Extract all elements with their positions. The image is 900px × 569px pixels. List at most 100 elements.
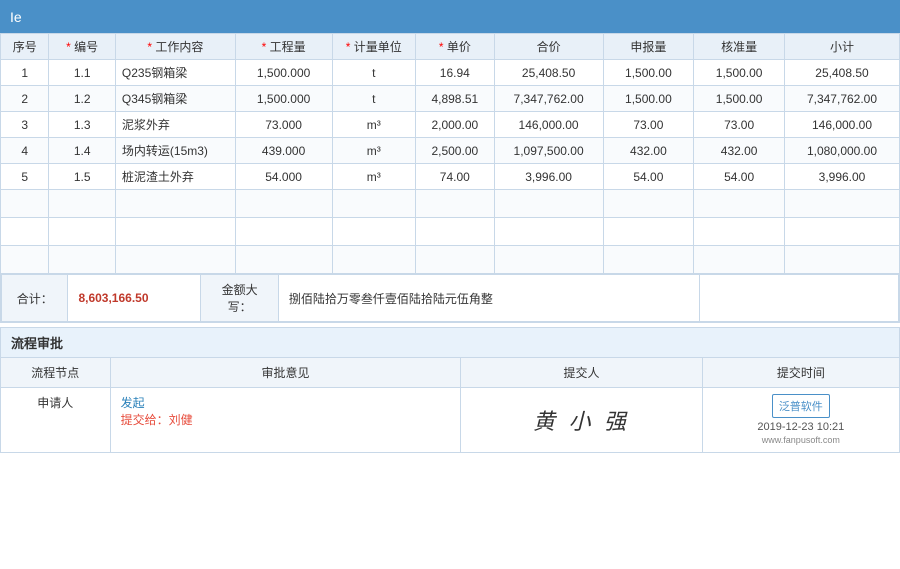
empty-cell	[603, 246, 694, 274]
empty-cell	[235, 190, 332, 218]
cell-price: 16.94	[416, 60, 495, 86]
workflow-table: 流程节点 审批意见 提交人 提交时间 申请人发起提交给：刘健黄 小 强 泛普软件…	[0, 357, 900, 453]
watermark-url: www.fanpusoft.com	[762, 435, 840, 445]
cell-amount: 1,097,500.00	[494, 138, 603, 164]
cell-declared: 54.00	[603, 164, 694, 190]
empty-cell	[494, 218, 603, 246]
cell-unit: t	[332, 86, 416, 112]
empty-cell	[332, 190, 416, 218]
cell-code: 1.4	[49, 138, 116, 164]
empty-cell	[785, 218, 900, 246]
workflow-header-row: 流程节点 审批意见 提交人 提交时间	[1, 358, 900, 388]
submission-time: 2019-12-23 10:21	[757, 421, 844, 433]
cell-seq: 2	[1, 86, 49, 112]
empty-cell	[416, 190, 495, 218]
workflow-section: 流程审批 流程节点 审批意见 提交人 提交时间 申请人发起提交给：刘健黄 小 强…	[0, 327, 900, 453]
cell-seq: 5	[1, 164, 49, 190]
cell-unit: t	[332, 60, 416, 86]
watermark-area: 泛普软件 2019-12-23 10:21 www.fanpusoft.com	[713, 394, 889, 445]
cell-seq: 4	[1, 138, 49, 164]
total-label: 合计：	[2, 275, 68, 322]
col-header-unit: * 计量单位	[332, 34, 416, 60]
empty-cell	[49, 246, 116, 274]
cell-qty: 439.000	[235, 138, 332, 164]
cell-code: 1.3	[49, 112, 116, 138]
col-header-code: * 编号	[49, 34, 116, 60]
workflow-row: 申请人发起提交给：刘健黄 小 强 泛普软件 2019-12-23 10:21 w…	[1, 388, 900, 453]
watermark-logo: 泛普软件	[772, 394, 830, 418]
table-row: 41.4场内转运(15m3)439.000m³2,500.001,097,500…	[1, 138, 900, 164]
workflow-header-time: 提交时间	[702, 358, 899, 388]
workflow-time-cell: 泛普软件 2019-12-23 10:21 www.fanpusoft.com	[702, 388, 899, 453]
cell-qty: 54.000	[235, 164, 332, 190]
empty-cell	[785, 246, 900, 274]
empty-cell	[115, 218, 235, 246]
empty-cell	[416, 246, 495, 274]
main-table: 序号 * 编号 * 工作内容 * 工程量 * 计量单位 * 单价 合价 申报量 …	[0, 33, 900, 274]
cell-qty: 1,500.000	[235, 60, 332, 86]
cell-code: 1.2	[49, 86, 116, 112]
cell-approved: 1,500.00	[694, 60, 785, 86]
cell-content: Q235钢箱梁	[115, 60, 235, 86]
empty-cell	[1, 246, 49, 274]
workflow-header-submitter: 提交人	[461, 358, 702, 388]
table-row: 51.5桩泥渣土外弃54.000m³74.003,996.0054.0054.0…	[1, 164, 900, 190]
top-bar-title: Ie	[10, 9, 22, 25]
col-header-seq: 序号	[1, 34, 49, 60]
empty-cell	[603, 218, 694, 246]
empty-row	[1, 218, 900, 246]
empty-cell	[494, 246, 603, 274]
cell-qty: 1,500.000	[235, 86, 332, 112]
workflow-signature-cell: 黄 小 强	[461, 388, 702, 453]
table-row: 31.3泥浆外弃73.000m³2,000.00146,000.0073.007…	[1, 112, 900, 138]
cell-subtotal: 25,408.50	[785, 60, 900, 86]
cell-subtotal: 3,996.00	[785, 164, 900, 190]
empty-cell	[235, 218, 332, 246]
cell-declared: 1,500.00	[603, 86, 694, 112]
empty-cell	[1, 190, 49, 218]
empty-cell	[332, 246, 416, 274]
cell-declared: 73.00	[603, 112, 694, 138]
empty-row	[1, 246, 900, 274]
empty-cell	[785, 190, 900, 218]
col-header-subtotal: 小计	[785, 34, 900, 60]
total-value: 8,603,166.50	[68, 275, 201, 322]
opinion-submit: 提交给：刘健	[121, 411, 451, 428]
empty-cell	[115, 246, 235, 274]
cell-price: 2,500.00	[416, 138, 495, 164]
signature: 黄 小 强	[471, 394, 691, 446]
empty-cell	[494, 190, 603, 218]
cell-amount: 146,000.00	[494, 112, 603, 138]
col-header-declared: 申报量	[603, 34, 694, 60]
cell-price: 74.00	[416, 164, 495, 190]
cell-seq: 1	[1, 60, 49, 86]
cell-price: 4,898.51	[416, 86, 495, 112]
workflow-header-opinion: 审批意见	[110, 358, 461, 388]
cell-content: 桩泥渣土外弃	[115, 164, 235, 190]
workflow-title: 流程审批	[0, 327, 900, 357]
amount-label: 金额大写：	[201, 275, 279, 322]
table-row: 21.2Q345钢箱梁1,500.000t4,898.517,347,762.0…	[1, 86, 900, 112]
col-header-amount: 合价	[494, 34, 603, 60]
cell-approved: 73.00	[694, 112, 785, 138]
summary-table: 合计： 8,603,166.50 金额大写： 捌佰陆拾万零叁仟壹佰陆拾陆元伍角整	[1, 274, 899, 322]
workflow-node-cell: 申请人	[1, 388, 111, 453]
cell-subtotal: 146,000.00	[785, 112, 900, 138]
cell-approved: 54.00	[694, 164, 785, 190]
col-header-content: * 工作内容	[115, 34, 235, 60]
cell-price: 2,000.00	[416, 112, 495, 138]
empty-cell	[49, 218, 116, 246]
empty-cell	[694, 218, 785, 246]
empty-cell	[1, 218, 49, 246]
cell-content: 场内转运(15m3)	[115, 138, 235, 164]
cell-subtotal: 7,347,762.00	[785, 86, 900, 112]
empty-cell	[49, 190, 116, 218]
top-bar: Ie	[0, 0, 900, 33]
empty-cell	[235, 246, 332, 274]
workflow-header-node: 流程节点	[1, 358, 111, 388]
cell-code: 1.1	[49, 60, 116, 86]
cell-code: 1.5	[49, 164, 116, 190]
cell-seq: 3	[1, 112, 49, 138]
summary-row: 合计： 8,603,166.50 金额大写： 捌佰陆拾万零叁仟壹佰陆拾陆元伍角整	[2, 275, 899, 322]
cell-subtotal: 1,080,000.00	[785, 138, 900, 164]
